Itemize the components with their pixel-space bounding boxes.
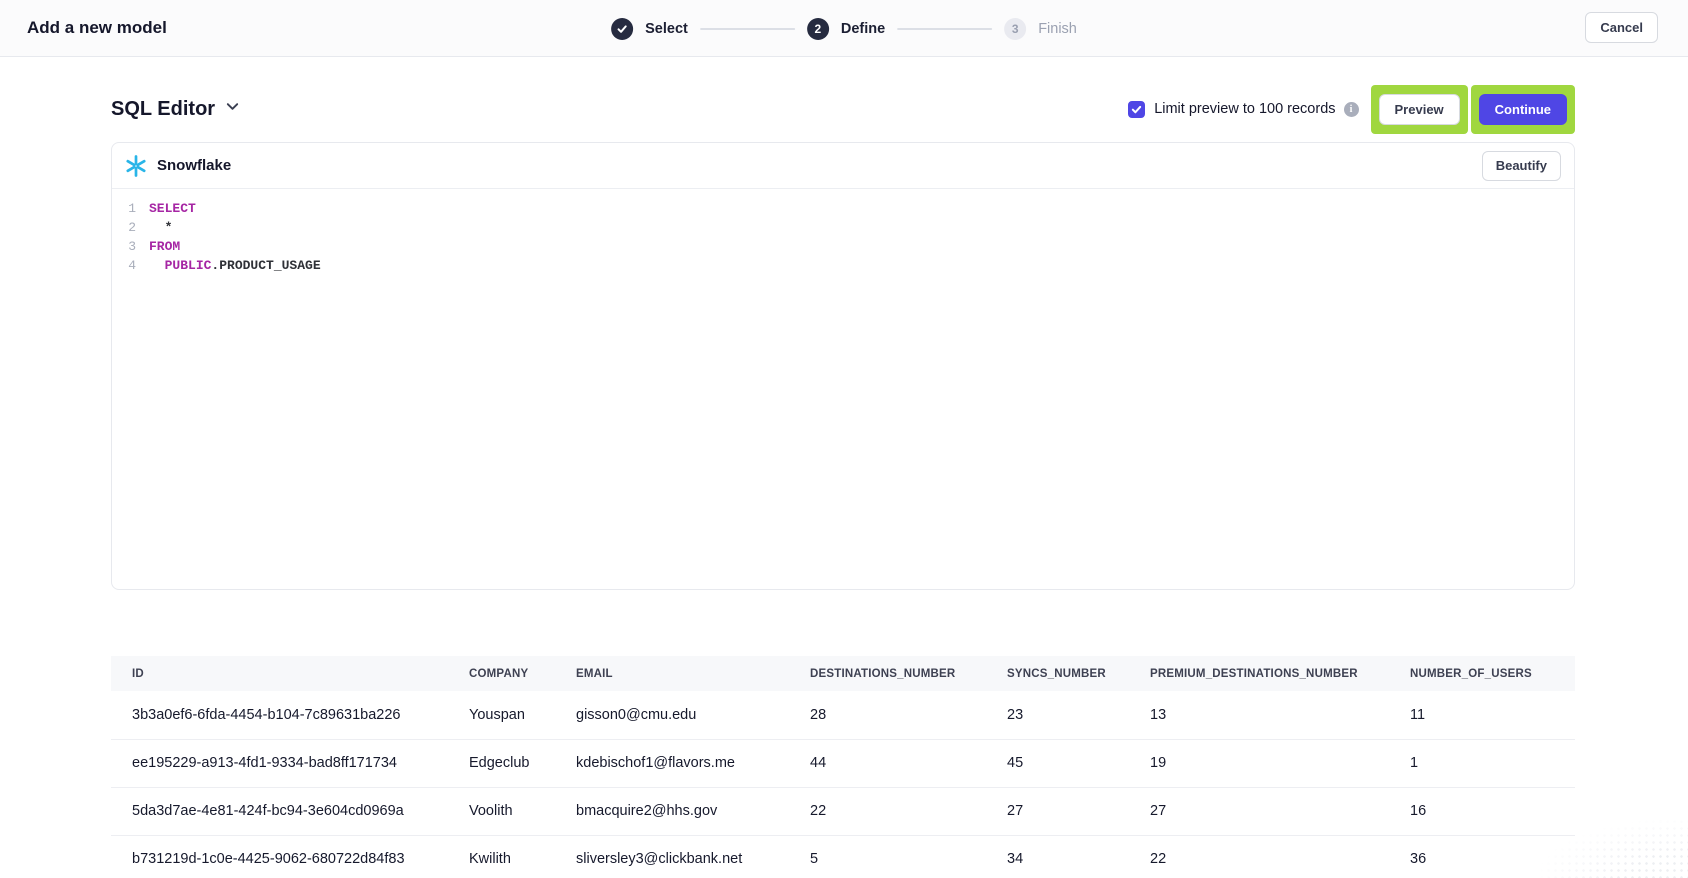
- page-title: Add a new model: [27, 18, 167, 38]
- code-line: 4 PUBLIC.PRODUCT_USAGE: [120, 256, 1574, 275]
- line-number: 2: [120, 218, 136, 237]
- table-header: IDCOMPANYEMAILDESTINATIONS_NUMBERSYNCS_N…: [111, 656, 1575, 691]
- table-cell: 22: [1150, 835, 1410, 878]
- continue-highlight: Continue: [1471, 85, 1575, 134]
- table-row: 3b3a0ef6-6fda-4454-b104-7c89631ba226Yous…: [111, 691, 1575, 739]
- column-header: COMPANY: [469, 656, 576, 691]
- table-cell: sliversley3@clickbank.net: [576, 835, 810, 878]
- chevron-down-icon: [225, 99, 240, 119]
- cancel-button[interactable]: Cancel: [1585, 12, 1658, 43]
- table-cell: 44: [810, 739, 1007, 787]
- table-cell: Kwilith: [469, 835, 576, 878]
- code-line: 2 *: [120, 218, 1574, 237]
- preview-button[interactable]: Preview: [1379, 94, 1460, 125]
- column-header: SYNCS_NUMBER: [1007, 656, 1150, 691]
- table-cell: gisson0@cmu.edu: [576, 691, 810, 739]
- code-line: 3 FROM: [120, 237, 1574, 256]
- column-header: NUMBER_OF_USERS: [1410, 656, 1575, 691]
- step-number: 2: [807, 18, 829, 40]
- step-label: Finish: [1038, 21, 1077, 37]
- table-cell: 1: [1410, 739, 1575, 787]
- table-cell: 23: [1007, 691, 1150, 739]
- table-cell: 16: [1410, 787, 1575, 835]
- table-cell: 19: [1150, 739, 1410, 787]
- table-cell: bmacquire2@hhs.gov: [576, 787, 810, 835]
- table-cell: 5: [810, 835, 1007, 878]
- table-cell: 45: [1007, 739, 1150, 787]
- table-cell: Edgeclub: [469, 739, 576, 787]
- top-bar: Add a new model Select 2 Define 3 Finish Can…: [0, 0, 1688, 57]
- table-cell: ee195229-a913-4fd1-9334-bad8ff171734: [111, 739, 469, 787]
- table-cell: 5da3d7ae-4e81-424f-bc94-3e604cd0969a: [111, 787, 469, 835]
- table-row: ee195229-a913-4fd1-9334-bad8ff171734Edge…: [111, 739, 1575, 787]
- sql-editor-panel: Snowflake Beautify 1SELECT2 *3FROM4 PUBL…: [111, 142, 1575, 590]
- table-cell: 22: [810, 787, 1007, 835]
- limit-preview-toggle[interactable]: Limit preview to 100 records: [1128, 101, 1335, 118]
- table-cell: 11: [1410, 691, 1575, 739]
- editor-type-label: SQL Editor: [111, 98, 215, 121]
- table-cell: 34: [1007, 835, 1150, 878]
- code-text: PUBLIC.PRODUCT_USAGE: [149, 256, 321, 275]
- stepper-connector: [897, 28, 992, 30]
- table-row: b731219d-1c0e-4425-9062-680722d84f83Kwil…: [111, 835, 1575, 878]
- editor-type-dropdown[interactable]: SQL Editor: [111, 98, 240, 121]
- table-cell: 27: [1007, 787, 1150, 835]
- step-label: Define: [841, 21, 885, 37]
- table-cell: Youspan: [469, 691, 576, 739]
- editor-toolbar: SQL Editor Limit preview to 100 records …: [111, 84, 1575, 134]
- table-cell: 13: [1150, 691, 1410, 739]
- limit-preview-label: Limit preview to 100 records: [1154, 101, 1335, 117]
- table-row: 5da3d7ae-4e81-424f-bc94-3e604cd0969aVool…: [111, 787, 1575, 835]
- column-header: PREMIUM_DESTINATIONS_NUMBER: [1150, 656, 1410, 691]
- stepper-step-select[interactable]: Select: [611, 18, 688, 40]
- table-cell: 3b3a0ef6-6fda-4454-b104-7c89631ba226: [111, 691, 469, 739]
- table-cell: Voolith: [469, 787, 576, 835]
- step-check-icon: [611, 18, 633, 40]
- preview-controls: Limit preview to 100 records i Preview C…: [1128, 85, 1575, 134]
- table-cell: 36: [1410, 835, 1575, 878]
- column-header: DESTINATIONS_NUMBER: [810, 656, 1007, 691]
- line-number: 4: [120, 256, 136, 275]
- main-content: SQL Editor Limit preview to 100 records …: [0, 84, 1688, 878]
- stepper-step-define[interactable]: 2 Define: [807, 18, 885, 40]
- checkbox-checked-icon[interactable]: [1128, 101, 1145, 118]
- column-header: ID: [111, 656, 469, 691]
- table-cell: kdebischof1@flavors.me: [576, 739, 810, 787]
- snowflake-icon: [124, 154, 148, 178]
- code-text: FROM: [149, 237, 180, 256]
- stepper: Select 2 Define 3 Finish: [611, 0, 1077, 57]
- code-line: 1 SELECT: [120, 199, 1574, 218]
- step-number: 3: [1004, 18, 1026, 40]
- preview-results-table: IDCOMPANYEMAILDESTINATIONS_NUMBERSYNCS_N…: [111, 656, 1575, 878]
- continue-button[interactable]: Continue: [1479, 94, 1567, 125]
- line-number: 3: [120, 237, 136, 256]
- beautify-button[interactable]: Beautify: [1482, 151, 1561, 181]
- sql-code-editor[interactable]: 1SELECT2 *3FROM4 PUBLIC.PRODUCT_USAGE: [112, 189, 1574, 275]
- table-cell: 28: [810, 691, 1007, 739]
- table-cell: b731219d-1c0e-4425-9062-680722d84f83: [111, 835, 469, 878]
- stepper-connector: [700, 28, 795, 30]
- preview-highlight: Preview: [1371, 85, 1468, 134]
- code-text: *: [149, 218, 172, 237]
- info-icon[interactable]: i: [1344, 102, 1359, 117]
- step-label: Select: [645, 21, 688, 37]
- stepper-step-finish[interactable]: 3 Finish: [1004, 18, 1077, 40]
- source-name: Snowflake: [157, 157, 231, 174]
- editor-panel-header: Snowflake Beautify: [112, 143, 1574, 189]
- column-header: EMAIL: [576, 656, 810, 691]
- code-text: SELECT: [149, 199, 196, 218]
- table-cell: 27: [1150, 787, 1410, 835]
- line-number: 1: [120, 199, 136, 218]
